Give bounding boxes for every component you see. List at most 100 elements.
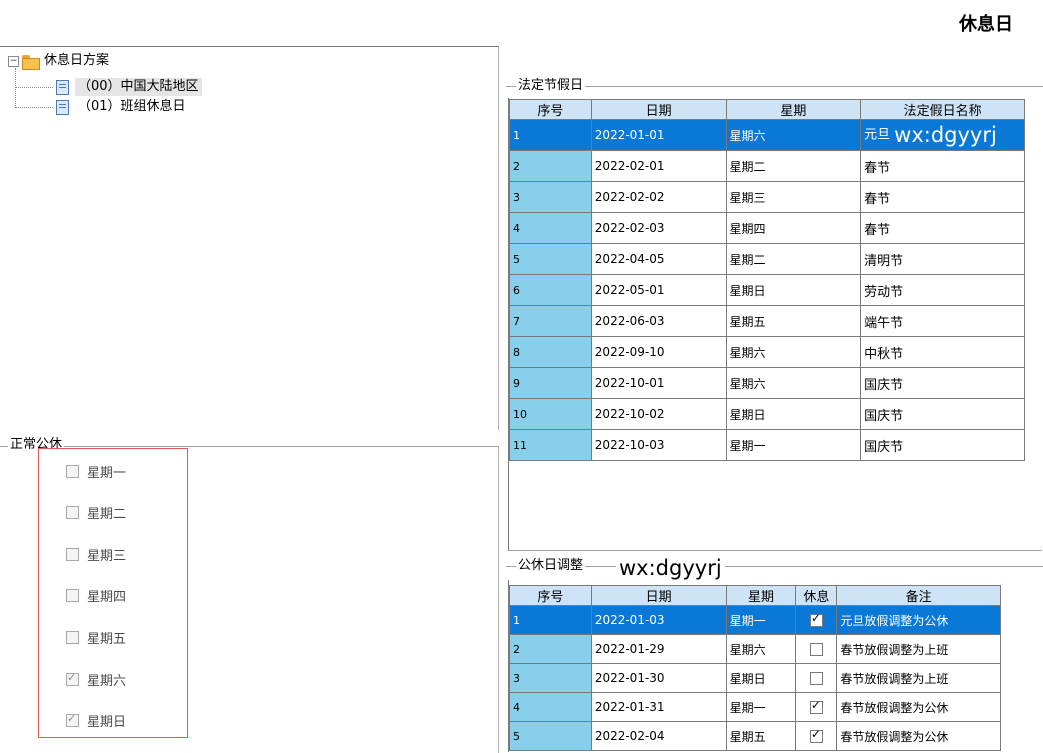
holiday-name-cell[interactable]: 中秋节	[860, 336, 1025, 368]
table-row[interactable]: 2 2022-01-29 星期六 春节放假调整为上班	[509, 634, 1001, 664]
date-cell[interactable]: 2022-10-03	[590, 429, 727, 461]
seq-cell[interactable]: 8	[509, 336, 592, 368]
rest-cell[interactable]	[795, 663, 838, 693]
date-cell[interactable]: 2022-02-04	[590, 721, 727, 751]
table-row[interactable]: 11 2022-10-03 星期一 国庆节	[509, 429, 1025, 461]
column-header[interactable]: 星期	[725, 99, 862, 120]
collapse-icon[interactable]: −	[8, 55, 19, 67]
weekday-cell[interactable]: 星期一	[725, 605, 797, 635]
weekday-checkbox-row[interactable]: 星期五	[66, 628, 126, 647]
table-row[interactable]: 3 2022-02-02 星期三 春节	[509, 181, 1025, 213]
holiday-name-cell[interactable]: 清明节	[860, 243, 1025, 275]
seq-cell[interactable]: 7	[509, 305, 592, 337]
weekday-cell[interactable]: 星期日	[725, 398, 862, 430]
weekday-cell[interactable]: 星期五	[725, 721, 797, 751]
date-cell[interactable]: 2022-02-02	[590, 181, 727, 213]
seq-cell[interactable]: 1	[509, 119, 592, 151]
weekday-cell[interactable]: 星期六	[725, 336, 862, 368]
tree-item-01[interactable]: （01）班组休息日	[56, 98, 189, 116]
seq-cell[interactable]: 5	[509, 721, 592, 751]
checkbox[interactable]	[66, 464, 79, 478]
checkbox[interactable]	[66, 506, 79, 520]
date-cell[interactable]: 2022-01-29	[590, 634, 727, 664]
holiday-name-cell[interactable]: 国庆节	[860, 398, 1025, 430]
weekday-cell[interactable]: 星期二	[725, 150, 862, 182]
date-cell[interactable]: 2022-01-30	[590, 663, 727, 693]
checkbox[interactable]	[66, 671, 79, 686]
date-cell[interactable]: 2022-10-01	[590, 367, 727, 399]
rest-checkbox[interactable]	[809, 611, 823, 627]
column-header[interactable]: 日期	[590, 99, 727, 120]
column-header[interactable]: 休息	[795, 585, 838, 606]
rest-checkbox[interactable]	[809, 643, 823, 656]
rest-checkbox[interactable]	[809, 698, 823, 714]
holiday-name-cell[interactable]: 春节	[860, 181, 1025, 213]
weekday-checkbox-row[interactable]: 星期一	[66, 462, 126, 481]
rest-checkbox[interactable]	[809, 727, 823, 743]
table-row[interactable]: 2 2022-02-01 星期二 春节	[509, 150, 1025, 182]
rest-checkbox[interactable]	[809, 672, 823, 685]
note-cell[interactable]: 元旦放假调整为公休	[836, 605, 1001, 635]
date-cell[interactable]: 2022-09-10	[590, 336, 727, 368]
column-header[interactable]: 序号	[509, 99, 592, 120]
seq-cell[interactable]: 5	[509, 243, 592, 275]
rest-cell[interactable]	[795, 605, 838, 635]
seq-cell[interactable]: 11	[509, 429, 592, 461]
date-cell[interactable]: 2022-02-01	[590, 150, 727, 182]
seq-cell[interactable]: 2	[509, 150, 592, 182]
date-cell[interactable]: 2022-02-03	[590, 212, 727, 244]
rest-cell[interactable]	[795, 721, 838, 751]
checkbox[interactable]	[66, 547, 79, 561]
checkbox[interactable]	[66, 712, 79, 728]
weekday-checkbox-row[interactable]: 星期二	[66, 504, 126, 522]
seq-cell[interactable]: 3	[509, 663, 592, 693]
table-row[interactable]: 9 2022-10-01 星期六 国庆节	[509, 367, 1025, 399]
table-row[interactable]: 42022-01-31星期一 春节放假调整为公休	[509, 692, 1001, 722]
holiday-name-cell[interactable]: 春节	[860, 212, 1025, 244]
weekday-cell[interactable]: 星期二	[725, 243, 862, 275]
weekday-cell[interactable]: 星期五	[725, 305, 862, 337]
column-header[interactable]: 星期	[725, 585, 797, 606]
note-cell[interactable]: 春节放假调整为公休	[836, 721, 1001, 751]
table-row[interactable]: 10 2022-10-02 星期日 国庆节	[509, 398, 1025, 430]
table-row[interactable]: 12022-01-03星期一 元旦放假调整为公休	[509, 605, 1001, 635]
weekday-cell[interactable]: 星期三	[725, 181, 862, 213]
seq-cell[interactable]: 1	[509, 605, 592, 635]
weekday-cell[interactable]: 星期六	[725, 367, 862, 399]
table-row[interactable]: 6 2022-05-01 星期日 劳动节	[509, 274, 1025, 306]
weekday-cell[interactable]: 星期四	[725, 212, 862, 244]
seq-cell[interactable]: 10	[509, 398, 592, 430]
weekday-cell[interactable]: 星期六	[725, 119, 862, 151]
date-cell[interactable]: 2022-01-31	[590, 692, 727, 722]
table-row[interactable]: 3 2022-01-30 星期日 春节放假调整为上班	[509, 663, 1001, 693]
table-row[interactable]: 52022-02-04星期五 春节放假调整为公休	[509, 721, 1001, 751]
table-row[interactable]: 8 2022-09-10 星期六 中秋节	[509, 336, 1025, 368]
column-header[interactable]: 序号	[509, 585, 592, 606]
tree-root[interactable]: − 休息日方案	[8, 52, 109, 70]
note-cell[interactable]: 春节放假调整为上班	[836, 663, 1001, 693]
weekday-cell[interactable]: 星期日	[725, 274, 862, 306]
weekday-checkbox-row[interactable]: 星期日	[66, 712, 126, 730]
weekday-cell[interactable]: 星期六	[725, 634, 797, 664]
date-cell[interactable]: 2022-04-05	[590, 243, 727, 275]
weekday-cell[interactable]: 星期日	[725, 663, 797, 693]
column-header[interactable]: 备注	[836, 585, 1001, 606]
column-header[interactable]: 法定假日名称	[860, 99, 1025, 120]
holiday-name-cell[interactable]: 国庆节	[860, 367, 1025, 399]
seq-cell[interactable]: 4	[509, 692, 592, 722]
holiday-name-cell[interactable]: 国庆节	[860, 429, 1025, 461]
holiday-name-cell[interactable]: 端午节	[860, 305, 1025, 337]
seq-cell[interactable]: 3	[509, 181, 592, 213]
holiday-name-cell[interactable]: 春节	[860, 150, 1025, 182]
date-cell[interactable]: 2022-05-01	[590, 274, 727, 306]
weekday-checkbox-row[interactable]: 星期三	[66, 545, 126, 564]
table-row[interactable]: 4 2022-02-03 星期四 春节	[509, 212, 1025, 244]
date-cell[interactable]: 2022-01-01	[590, 119, 727, 151]
seq-cell[interactable]: 4	[509, 212, 592, 244]
date-cell[interactable]: 2022-01-03	[590, 605, 727, 635]
seq-cell[interactable]: 9	[509, 367, 592, 399]
holiday-name-cell[interactable]: 劳动节	[860, 274, 1025, 306]
holiday-name-cell[interactable]: 元旦 wx:dgyyrj	[860, 119, 1025, 151]
rest-cell[interactable]	[795, 634, 838, 664]
weekday-cell[interactable]: 星期一	[725, 429, 862, 461]
